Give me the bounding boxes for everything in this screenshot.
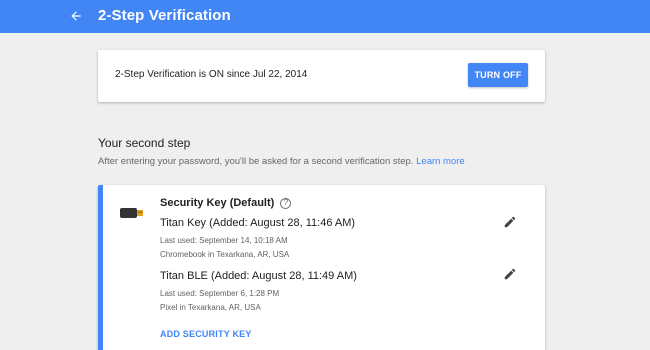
page-title: 2-Step Verification <box>98 7 231 24</box>
second-step-title: Your second step <box>98 136 191 150</box>
usb-key-icon <box>120 205 144 218</box>
edit-pencil-icon[interactable] <box>503 215 517 229</box>
security-key-heading: Security Key (Default) ? <box>160 197 292 209</box>
security-key-card: Security Key (Default) ? Titan Key (Adde… <box>98 185 545 350</box>
learn-more-link[interactable]: Learn more <box>416 156 465 167</box>
key-name: Titan Key (Added: August 28, 11:46 AM) <box>160 217 356 229</box>
help-icon[interactable]: ? <box>280 197 292 209</box>
key-last-used: Last used: September 6, 1:28 PM <box>160 289 280 298</box>
key-location: Chromebook in Texarkana, AR, USA <box>160 250 290 259</box>
status-text: 2-Step Verification is ON since Jul 22, … <box>115 69 308 80</box>
description-text: After entering your password, you'll be … <box>98 156 414 167</box>
back-arrow-icon[interactable] <box>66 7 86 25</box>
key-location: Pixel in Texarkana, AR, USA <box>160 303 261 312</box>
accent-bar <box>98 185 103 350</box>
security-key-label: Security Key (Default) <box>160 197 275 209</box>
key-last-used: Last used: September 14, 10:18 AM <box>160 236 288 245</box>
turn-off-button[interactable]: TURN OFF <box>468 63 528 87</box>
status-card: 2-Step Verification is ON since Jul 22, … <box>98 50 545 102</box>
edit-pencil-icon[interactable] <box>503 267 517 281</box>
key-name: Titan BLE (Added: August 28, 11:49 AM) <box>160 270 357 282</box>
app-bar: 2-Step Verification <box>0 0 650 33</box>
second-step-description: After entering your password, you'll be … <box>98 156 465 167</box>
add-security-key-button[interactable]: ADD SECURITY KEY <box>160 329 252 339</box>
